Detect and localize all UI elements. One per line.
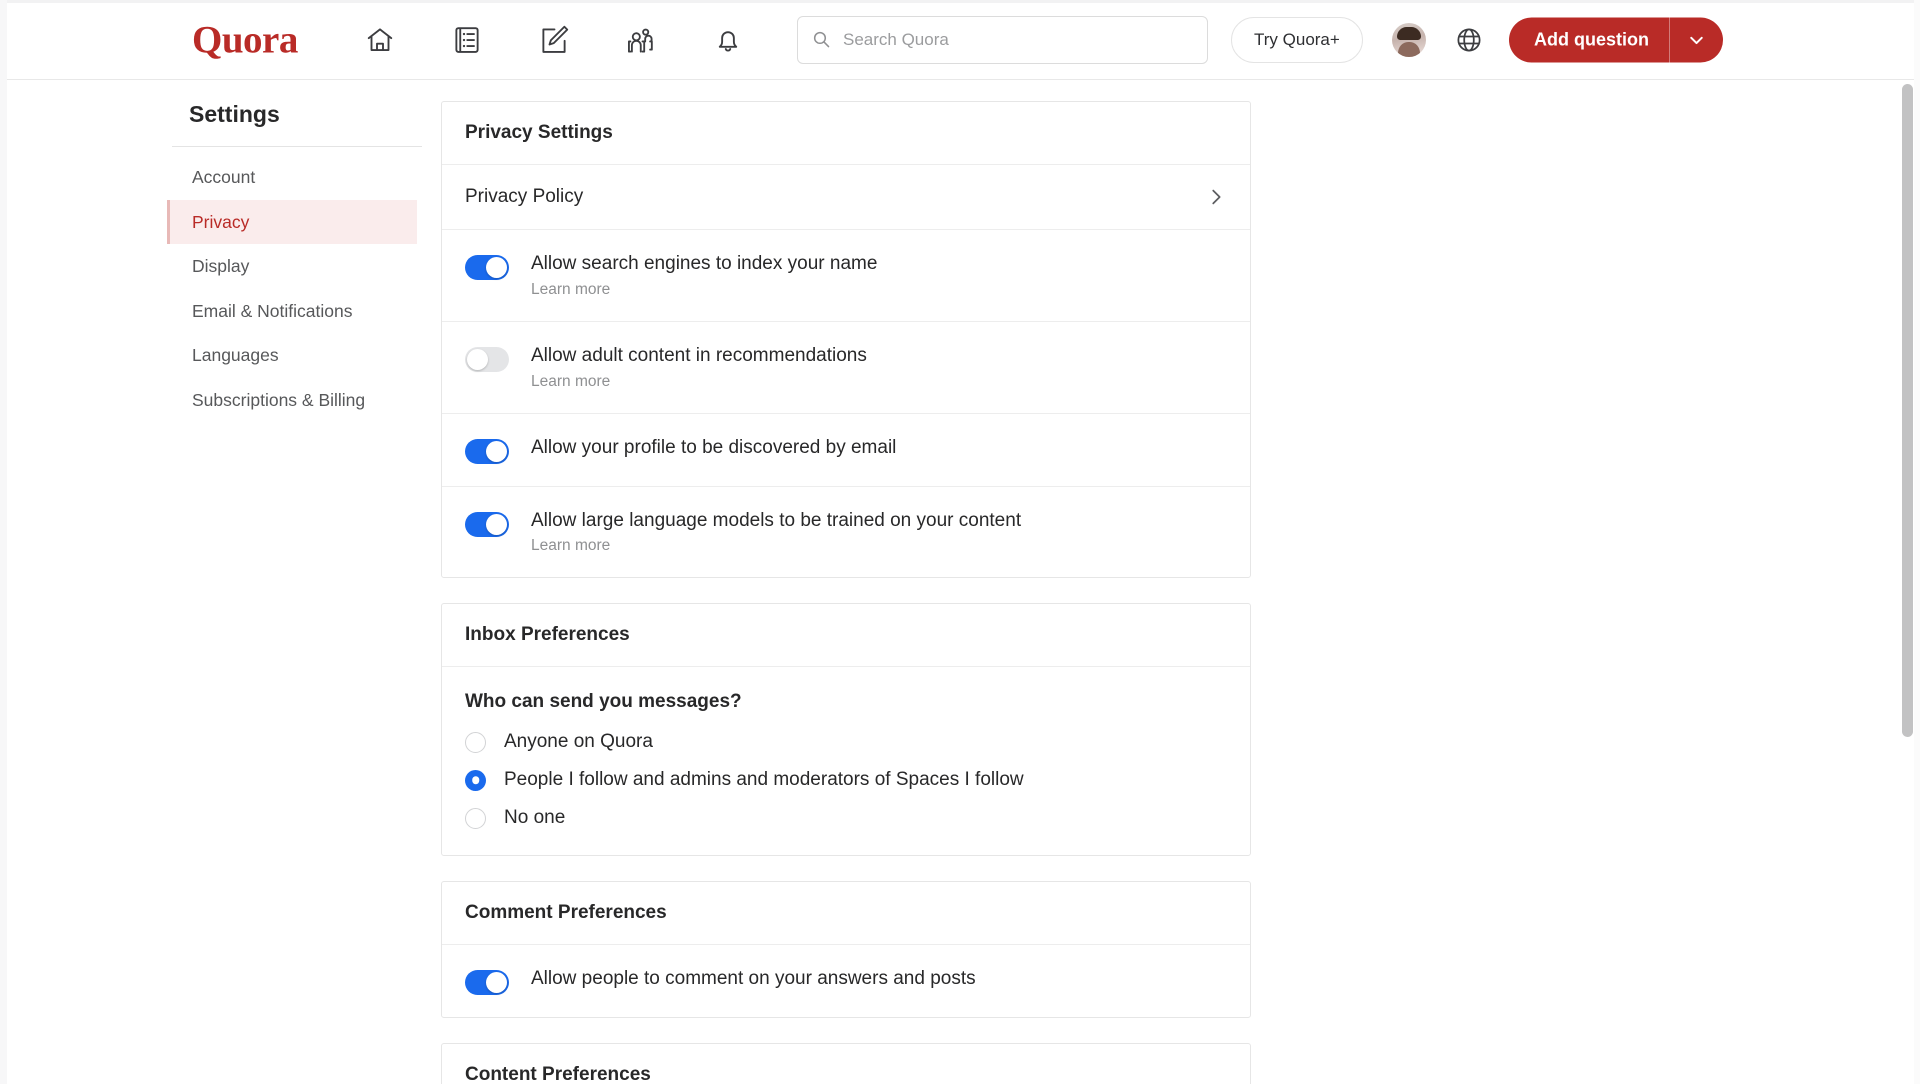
- answer-list-icon[interactable]: [450, 23, 484, 57]
- toggle-row-texts: Allow your profile to be discovered by e…: [531, 436, 896, 460]
- learn-more-link[interactable]: Learn more: [531, 537, 1021, 555]
- radio-option-people-i-follow[interactable]: People I follow and admins and moderator…: [465, 769, 1227, 791]
- top-navigation-bar: Quora Search Quora Try Quora+ Add questi…: [7, 0, 1914, 80]
- spaces-icon[interactable]: [624, 23, 658, 57]
- notifications-bell-icon[interactable]: [711, 23, 745, 57]
- radio-button[interactable]: [465, 807, 486, 829]
- learn-more-link[interactable]: Learn more: [531, 373, 867, 391]
- header-top-hairline: [7, 0, 1914, 3]
- search-icon: [812, 30, 831, 49]
- inbox-preferences-card: Inbox Preferences Who can send you messa…: [441, 603, 1251, 857]
- add-question-label: Add question: [1534, 29, 1649, 49]
- toggle-allow-comments[interactable]: [465, 970, 509, 996]
- toggle-label: Allow large language models to be traine…: [531, 509, 1022, 531]
- toggle-discovered-by-email[interactable]: [465, 438, 509, 464]
- avatar-hair: [1397, 27, 1421, 41]
- toggle-row-texts: Allow people to comment on your answers …: [531, 967, 976, 991]
- toggle-search-engines[interactable]: [465, 255, 509, 280]
- comment-preferences-card: Comment Preferences Allow people to comm…: [441, 881, 1251, 1019]
- toggle-adult-content[interactable]: [465, 346, 509, 372]
- sidebar-list: Account Privacy Display Email & Notifica…: [167, 155, 417, 422]
- search-input[interactable]: [841, 28, 1193, 51]
- toggle-label: Allow adult content in recommendations: [531, 344, 867, 366]
- chevron-down-icon[interactable]: [1670, 17, 1723, 62]
- privacy-policy-label: Privacy Policy: [465, 186, 584, 207]
- radio-button[interactable]: [465, 769, 486, 791]
- toggle-row-texts: Allow adult content in recommendations L…: [531, 344, 867, 391]
- toggle-label: Allow your profile to be discovered by e…: [531, 436, 897, 458]
- sidebar-item-email-notifications[interactable]: Email & Notifications: [167, 289, 417, 334]
- toggle-row-discovered-by-email: Allow your profile to be discovered by e…: [442, 414, 1250, 487]
- toggle-label: Allow people to comment on your answers …: [531, 968, 976, 990]
- settings-main-column: Privacy Settings Privacy Policy Allow se: [441, 101, 1251, 1084]
- privacy-settings-card: Privacy Settings Privacy Policy Allow se: [441, 101, 1251, 579]
- radio-option-anyone-on-quora[interactable]: Anyone on Quora: [465, 731, 1227, 753]
- toggle-knob: [486, 972, 507, 994]
- sidebar-title: Settings: [189, 101, 280, 127]
- inbox-preferences-header: Inbox Preferences: [442, 604, 1250, 668]
- toggle-label: Allow search engines to index your name: [531, 253, 878, 274]
- toggle-knob: [467, 348, 488, 370]
- toggle-row-texts: Allow large language models to be traine…: [531, 509, 1021, 556]
- right-edge-strip: [1914, 0, 1920, 1084]
- privacy-settings-header: Privacy Settings: [442, 102, 1250, 165]
- radio-label: People I follow and admins and moderator…: [504, 769, 1024, 791]
- learn-more-link[interactable]: Learn more: [531, 281, 877, 299]
- toggle-row-allow-comments: Allow people to comment on your answers …: [442, 945, 1250, 1017]
- sidebar-divider: [172, 146, 422, 147]
- radio-label: No one: [504, 807, 566, 829]
- search-bar[interactable]: [797, 15, 1208, 64]
- header-nav-icons: [363, 23, 745, 57]
- content-preferences-header: Content Preferences: [442, 1044, 1250, 1084]
- radio-label: Anyone on Quora: [504, 731, 653, 753]
- sidebar-item-account[interactable]: Account: [167, 155, 417, 200]
- chevron-right-icon: [1205, 186, 1227, 208]
- toggle-knob: [486, 513, 507, 535]
- content-area: Settings Account Privacy Display Email &…: [7, 81, 1914, 1084]
- toggle-row-texts: Allow search engines to index your name …: [531, 252, 877, 299]
- globe-icon[interactable]: [1452, 23, 1486, 57]
- sidebar-item-languages[interactable]: Languages: [167, 333, 417, 378]
- sidebar-item-subscriptions-billing[interactable]: Subscriptions & Billing: [167, 378, 417, 423]
- avatar[interactable]: [1392, 22, 1426, 57]
- sidebar-item-privacy[interactable]: Privacy: [167, 199, 417, 244]
- inbox-preferences-block: Who can send you messages? Anyone on Quo…: [442, 667, 1250, 855]
- radio-button[interactable]: [465, 731, 486, 753]
- page-root: Quora Search Quora Try Quora+ Add questi…: [0, 0, 1920, 1084]
- inbox-question: Who can send you messages?: [465, 691, 742, 713]
- try-quora-plus-button[interactable]: Try Quora+: [1231, 16, 1363, 63]
- add-question-button[interactable]: Add question: [1509, 17, 1723, 62]
- toggle-knob: [486, 257, 507, 278]
- content-preferences-card: Content Preferences: [441, 1043, 1251, 1084]
- toggle-knob: [486, 440, 507, 462]
- toggle-row-search-engines: Allow search engines to index your name …: [442, 230, 1250, 322]
- privacy-policy-row[interactable]: Privacy Policy: [442, 165, 1250, 230]
- left-edge-strip: [0, 0, 7, 1084]
- comment-preferences-header: Comment Preferences: [442, 882, 1250, 946]
- quora-logo[interactable]: Quora: [192, 20, 298, 59]
- radio-option-no-one[interactable]: No one: [465, 807, 1227, 829]
- home-icon[interactable]: [363, 23, 397, 57]
- toggle-row-adult-content: Allow adult content in recommendations L…: [442, 322, 1250, 414]
- sidebar-item-display[interactable]: Display: [167, 244, 417, 289]
- toggle-llm-training[interactable]: [465, 511, 509, 537]
- settings-sidebar: Settings Account Privacy Display Email &…: [167, 101, 422, 422]
- write-post-icon[interactable]: [537, 23, 571, 57]
- avatar-face: [1398, 41, 1420, 57]
- toggle-row-llm-training: Allow large language models to be traine…: [442, 487, 1250, 578]
- vertical-scrollbar-thumb[interactable]: [1902, 84, 1913, 737]
